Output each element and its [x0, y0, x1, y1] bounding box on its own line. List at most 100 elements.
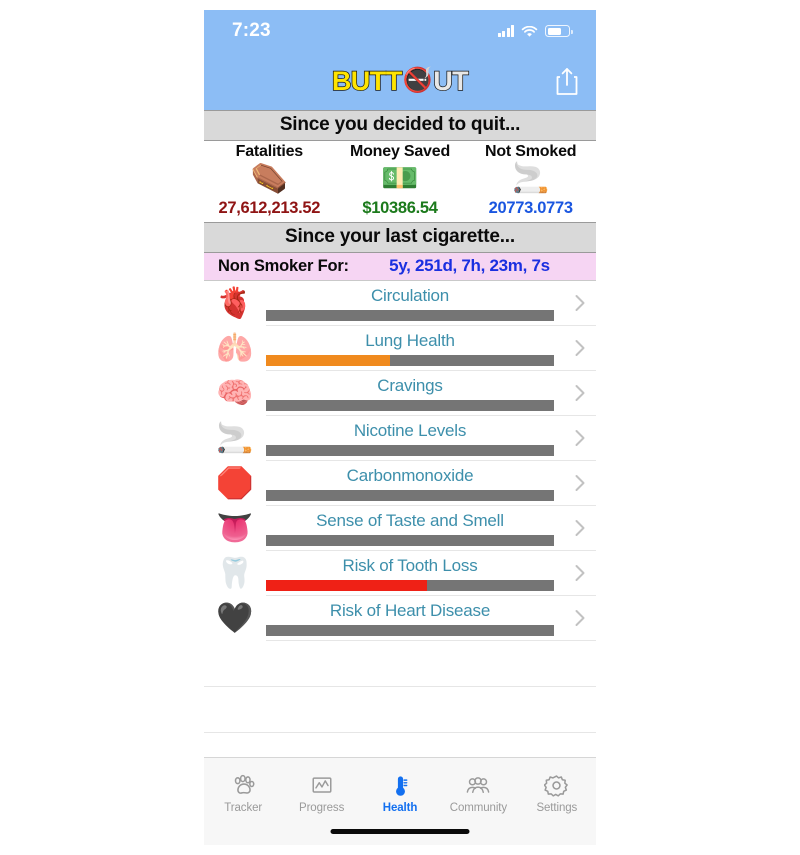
- tab-label: Settings: [536, 801, 578, 814]
- health-row-content: Risk of Heart Disease: [266, 596, 596, 641]
- brain-icon: 🧠: [216, 376, 254, 410]
- health-row[interactable]: 👅 Sense of Taste and Smell: [204, 506, 596, 551]
- health-row-title: Cravings: [377, 375, 443, 395]
- tongue-icon: 👅: [216, 511, 254, 545]
- quit-section-header: Since you decided to quit...: [204, 110, 596, 141]
- health-row-content: Risk of Tooth Loss: [266, 551, 596, 596]
- health-row-title: Circulation: [370, 285, 450, 305]
- health-row-title: Sense of Taste and Smell: [316, 510, 504, 530]
- lungs-icon: 🫁: [216, 331, 254, 365]
- co-sign-icon: 🛑: [216, 466, 254, 500]
- health-row-content: Sense of Taste and Smell: [266, 506, 596, 551]
- chevron-right-icon[interactable]: [574, 294, 586, 312]
- tab-label: Progress: [299, 801, 345, 814]
- wifi-icon: [521, 25, 538, 37]
- health-progress-bar: [266, 309, 554, 321]
- health-row[interactable]: 🫁 Lung Health: [204, 326, 596, 371]
- coffin-icon: ⚰️: [250, 162, 289, 195]
- health-row-title: Lung Health: [365, 330, 455, 350]
- empty-list-row: [204, 641, 596, 687]
- chevron-right-icon[interactable]: [574, 519, 586, 537]
- tab-bar: Tracker Progress Health Community Settings: [204, 757, 596, 845]
- health-row[interactable]: 🦷 Risk of Tooth Loss: [204, 551, 596, 596]
- health-row[interactable]: 🫀 Circulation: [204, 281, 596, 326]
- stat-label: Not Smoked: [485, 143, 577, 160]
- non-smoker-label: Non Smoker For:: [218, 256, 349, 275]
- health-row[interactable]: 🧠 Cravings: [204, 371, 596, 416]
- health-row-content: Lung Health: [266, 326, 596, 371]
- health-row-title: Nicotine Levels: [353, 420, 467, 440]
- health-progress-bar: [266, 489, 554, 501]
- tab-progress[interactable]: Progress: [282, 762, 360, 824]
- health-progress-bar: [266, 579, 554, 591]
- chevron-right-icon[interactable]: [574, 429, 586, 447]
- tab-label: Tracker: [224, 801, 263, 814]
- tab-list: Tracker Progress Health Community Settings: [204, 758, 596, 824]
- stat-fatalities: Fatalities ⚰️ 27,612,213.52: [204, 143, 335, 218]
- app-header: BUTT 🚭 UT: [204, 52, 596, 110]
- non-smoker-bar: Non Smoker For: 5y, 251d, 7h, 23m, 7s: [204, 253, 596, 281]
- health-row-title: Risk of Heart Disease: [329, 600, 491, 620]
- tooth-icon: 🦷: [216, 556, 254, 590]
- logo-text-last: UT: [432, 65, 469, 96]
- health-row-title: Risk of Tooth Loss: [342, 555, 478, 575]
- chevron-right-icon[interactable]: [574, 474, 586, 492]
- health-progress-bar: [266, 399, 554, 411]
- chevron-right-icon[interactable]: [574, 384, 586, 402]
- health-row[interactable]: 🚬 Nicotine Levels: [204, 416, 596, 461]
- status-icons: [497, 25, 573, 37]
- tab-community[interactable]: Community: [439, 762, 517, 824]
- stat-value: 20773.0773: [488, 199, 573, 217]
- stat-label: Money Saved: [349, 143, 451, 160]
- chevron-right-icon[interactable]: [574, 564, 586, 582]
- logo-text-first: BUTT: [331, 65, 403, 96]
- thermometer-icon: [388, 773, 413, 799]
- stat-value: 27,612,213.52: [218, 199, 321, 217]
- stat-value: $10386.54: [362, 199, 438, 217]
- share-icon: [556, 68, 578, 95]
- share-button[interactable]: [554, 66, 580, 96]
- tab-tracker[interactable]: Tracker: [204, 762, 282, 824]
- phone-screen: 7:23 BUTT 🚭 UT Since you decided to quit…: [204, 10, 596, 845]
- cigarette-icon: 🚬: [216, 421, 254, 455]
- tab-label: Health: [382, 801, 418, 814]
- health-row-title: Carbonmonoxide: [346, 465, 474, 485]
- stat-not-smoked: Not Smoked 🚬 20773.0773: [465, 143, 596, 218]
- dark-heart-icon: 🖤: [216, 601, 254, 635]
- health-row-content: Carbonmonoxide: [266, 461, 596, 506]
- status-time: 7:23: [232, 20, 271, 41]
- no-smoking-icon: 🚭: [402, 67, 433, 94]
- health-progress-bar: [266, 624, 554, 636]
- health-row-content: Cravings: [266, 371, 596, 416]
- tab-health[interactable]: Health: [361, 762, 439, 824]
- health-row[interactable]: 🖤 Risk of Heart Disease: [204, 596, 596, 641]
- health-progress-bar: [266, 534, 554, 546]
- health-progress-bar: [266, 444, 554, 456]
- health-progress-bar: [266, 354, 554, 366]
- health-list: 🫀 Circulation 🫁 Lung Health 🧠 Cravings 🚬 Nicoti…: [204, 281, 596, 733]
- health-row-content: Nicotine Levels: [266, 416, 596, 461]
- chevron-right-icon[interactable]: [574, 609, 586, 627]
- stat-money-saved: Money Saved 💵 $10386.54: [335, 143, 466, 218]
- battery-icon: [545, 25, 573, 37]
- app-logo: BUTT 🚭 UT: [331, 65, 469, 96]
- gear-icon: [544, 773, 569, 799]
- tab-settings[interactable]: Settings: [518, 762, 596, 824]
- empty-list-row: [204, 687, 596, 733]
- non-smoker-value: 5y, 251d, 7h, 23m, 7s: [389, 256, 550, 275]
- stat-label: Fatalities: [235, 143, 304, 160]
- home-indicator: [330, 829, 470, 834]
- heart-icon: 🫀: [216, 286, 254, 320]
- tab-label: Community: [449, 801, 508, 814]
- cellular-signal-icon: [497, 25, 514, 37]
- chart-icon: [310, 773, 334, 799]
- health-row[interactable]: 🛑 Carbonmonoxide: [204, 461, 596, 506]
- people-icon: [464, 773, 492, 799]
- health-row-content: Circulation: [266, 281, 596, 326]
- chevron-right-icon[interactable]: [574, 339, 586, 357]
- cigarette-section-header: Since your last cigarette...: [204, 222, 596, 253]
- paw-icon: [231, 773, 256, 799]
- stats-row: Fatalities ⚰️ 27,612,213.52 Money Saved …: [204, 141, 596, 222]
- cigarette-icon: 🚬: [512, 162, 550, 195]
- status-bar: 7:23: [204, 10, 596, 52]
